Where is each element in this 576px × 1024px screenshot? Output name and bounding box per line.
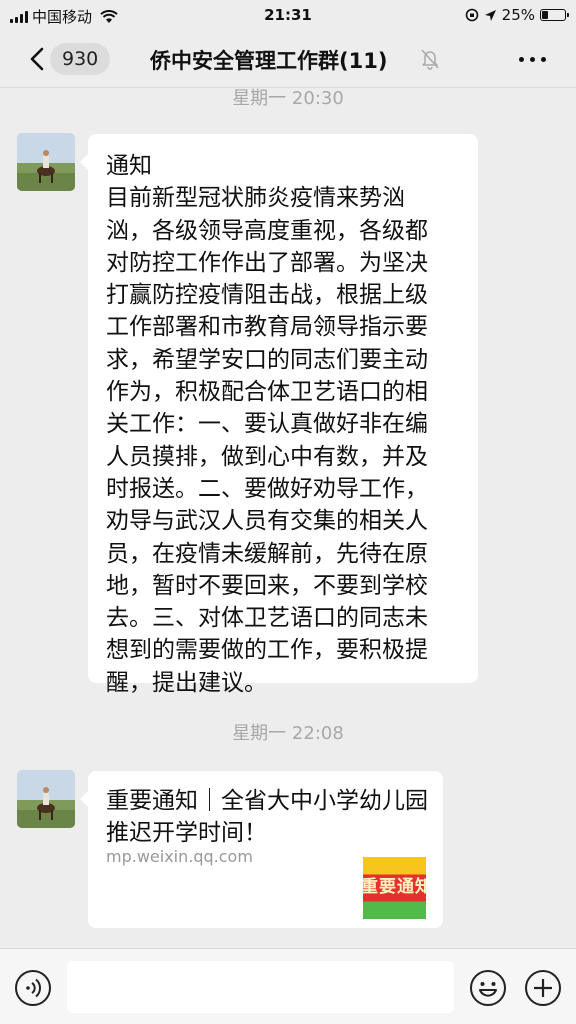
link-card-thumbnail: 重要通知 bbox=[363, 857, 426, 919]
message-bubble[interactable]: 通知 目前新型冠状肺炎疫情来势汹 汹，各级领导高度重视，各级都 对防控工作作出了… bbox=[80, 134, 478, 696]
chat-title: 侨中安全管理工作群(11) bbox=[150, 49, 388, 73]
location-icon bbox=[484, 9, 496, 21]
horse-rider-avatar-icon bbox=[17, 133, 75, 191]
avatar[interactable] bbox=[17, 133, 75, 191]
battery-icon bbox=[540, 9, 569, 21]
more-dots-icon[interactable] bbox=[519, 48, 546, 70]
horse-rider-avatar-icon bbox=[17, 770, 75, 828]
link-card[interactable]: 重要通知｜全省大中小学幼儿园推迟开学时间！ mp.weixin.qq.com 重… bbox=[80, 771, 443, 928]
battery-fill bbox=[542, 11, 548, 19]
nav-bar: 930 侨中安全管理工作群(11) bbox=[0, 30, 576, 88]
input-bar bbox=[0, 948, 576, 1024]
message-input[interactable] bbox=[67, 961, 454, 1013]
message-timestamp: 星期一 20:30 bbox=[232, 88, 344, 109]
emoji-icon[interactable] bbox=[469, 969, 507, 1007]
message-timestamp: 星期一 22:08 bbox=[232, 723, 344, 744]
link-card-thumbnail-text: 重要通知 bbox=[363, 877, 426, 897]
voice-icon[interactable] bbox=[14, 969, 52, 1007]
unread-count-badge[interactable]: 930 bbox=[50, 43, 111, 75]
message-text: 通知 目前新型冠状肺炎疫情来势汹 汹，各级领导高度重视，各级都 对防控工作作出了… bbox=[106, 153, 428, 696]
link-card-title: 重要通知｜全省大中小学幼儿园推迟开学时间！ bbox=[106, 788, 428, 846]
link-card-source: mp.weixin.qq.com bbox=[106, 847, 253, 866]
bell-off-icon bbox=[421, 49, 439, 70]
status-bar: 中国移动 21:31 25% bbox=[0, 0, 576, 30]
status-right: 25% bbox=[465, 6, 569, 24]
battery-percent: 25% bbox=[501, 6, 535, 24]
avatar[interactable] bbox=[17, 770, 75, 828]
plus-icon[interactable] bbox=[524, 969, 562, 1007]
rotation-lock-icon bbox=[465, 8, 478, 22]
